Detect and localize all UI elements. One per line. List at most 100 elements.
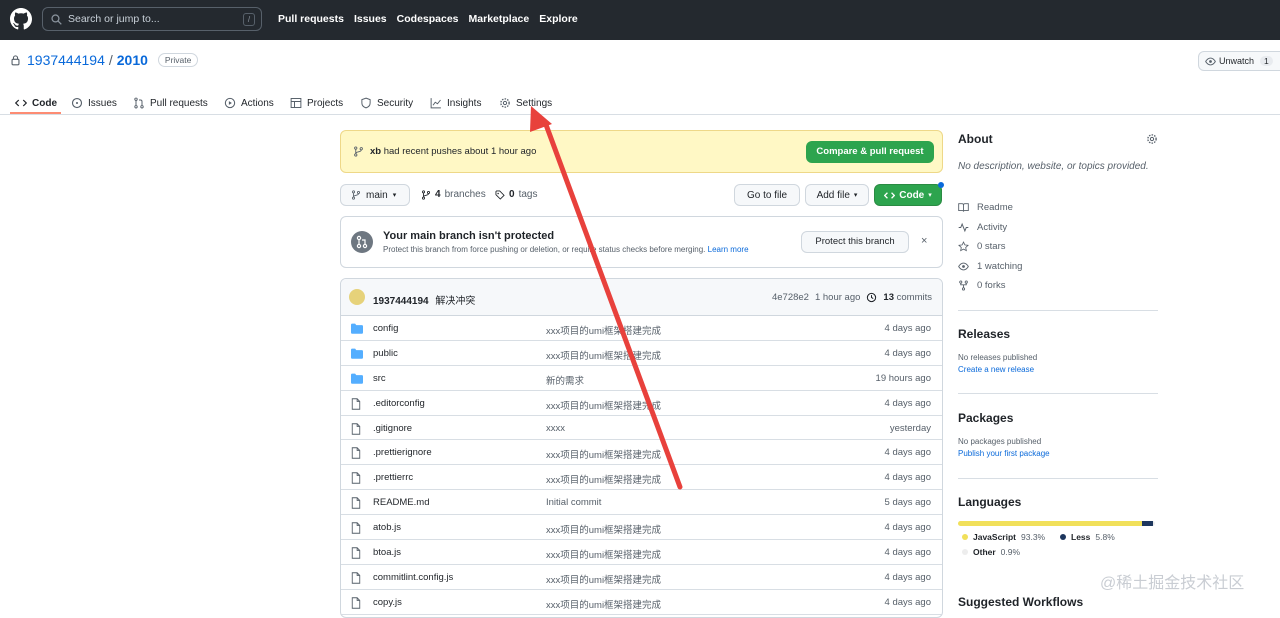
file-commit-message[interactable]: xxx项目的umi框架搭建完成 xyxy=(546,597,661,611)
protect-branch-button[interactable]: Protect this branch xyxy=(801,231,909,253)
nav-marketplace[interactable]: Marketplace xyxy=(469,13,530,25)
file-name-link[interactable]: public xyxy=(373,348,398,359)
table-row[interactable]: src 新的需求 19 hours ago xyxy=(341,366,942,391)
activity-link[interactable]: Activity xyxy=(958,222,1007,233)
table-row[interactable]: public xxx项目的umi框架搭建完成 4 days ago xyxy=(341,341,942,366)
forks-link[interactable]: 0 forks xyxy=(958,280,1006,291)
learn-more-link[interactable]: Learn more xyxy=(708,245,749,254)
tags-link[interactable]: 0 tags xyxy=(495,189,537,200)
issue-icon xyxy=(71,97,83,109)
nav-codespaces[interactable]: Codespaces xyxy=(397,13,459,25)
file-name-link[interactable]: .gitignore xyxy=(373,423,412,434)
file-commit-message[interactable]: 新的需求 xyxy=(546,373,584,387)
add-file-label: Add file xyxy=(816,189,850,201)
watching-link[interactable]: 1 watching xyxy=(958,261,1022,272)
tab-issues[interactable]: Issues xyxy=(71,91,117,115)
file-commit-message[interactable]: xxx项目的umi框架搭建完成 xyxy=(546,447,661,461)
language-item[interactable]: Less 5.8% xyxy=(1060,532,1115,542)
file-name-link[interactable]: src xyxy=(373,373,386,384)
add-file-button[interactable]: Add file ▾ xyxy=(805,184,869,206)
tag-icon xyxy=(495,190,505,200)
file-commit-message[interactable]: xxx项目的umi框架搭建完成 xyxy=(546,472,661,486)
table-row[interactable]: README.md Initial commit 5 days ago xyxy=(341,490,942,516)
watch-count: 1 xyxy=(1260,56,1273,66)
language-item[interactable]: Other 0.9% xyxy=(962,547,1020,557)
file-name-link[interactable]: btoa.js xyxy=(373,547,401,558)
table-row[interactable]: .gitignore xxxx yesterday xyxy=(341,416,942,441)
releases-title[interactable]: Releases xyxy=(958,327,1010,341)
code-button-label: Code xyxy=(899,189,925,201)
forks-label: 0 forks xyxy=(977,280,1006,291)
file-name-link[interactable]: copy.js xyxy=(373,597,402,608)
branch-selector[interactable]: main ▾ xyxy=(340,184,410,206)
language-item[interactable]: JavaScript 93.3% xyxy=(962,532,1045,542)
tab-settings[interactable]: Settings xyxy=(499,91,552,115)
table-row[interactable]: config xxx项目的umi框架搭建完成 4 days ago xyxy=(341,316,942,341)
avatar[interactable] xyxy=(349,289,365,305)
repo-title: 1937444194 / 2010 Private xyxy=(10,52,199,68)
file-commit-message[interactable]: xxx项目的umi框架搭建完成 xyxy=(546,572,661,586)
table-row[interactable]: atob.js xxx项目的umi框架搭建完成 4 days ago xyxy=(341,515,942,541)
tab-code-label: Code xyxy=(32,97,57,109)
branches-link[interactable]: 4 branches xyxy=(421,189,486,200)
file-name-link[interactable]: config xyxy=(373,323,398,334)
repo-name-link[interactable]: 2010 xyxy=(117,52,148,68)
table-row[interactable]: .editorconfig xxx项目的umi框架搭建完成 4 days ago xyxy=(341,391,942,416)
compare-pull-request-button[interactable]: Compare & pull request xyxy=(806,141,934,163)
graph-icon xyxy=(430,98,441,109)
go-to-file-button[interactable]: Go to file xyxy=(734,184,800,206)
unwatch-button[interactable]: Unwatch 1 xyxy=(1198,51,1280,71)
file-commit-message[interactable]: xxx项目的umi框架搭建完成 xyxy=(546,398,661,412)
table-row[interactable]: .prettierignore xxx项目的umi框架搭建完成 4 days ago xyxy=(341,440,942,466)
tab-projects[interactable]: Projects xyxy=(290,91,343,115)
file-commit-message[interactable]: xxx项目的umi框架搭建完成 xyxy=(546,522,661,536)
search-input[interactable]: Search or jump to... / xyxy=(42,7,262,31)
tab-actions[interactable]: Actions xyxy=(224,91,274,115)
file-commit-message[interactable]: xxx项目的umi框架搭建完成 xyxy=(546,547,661,561)
commits-link[interactable]: 13 commits xyxy=(883,292,932,303)
javascript-color-dot xyxy=(962,534,968,540)
close-icon[interactable]: × xyxy=(921,235,927,247)
stars-link[interactable]: 0 stars xyxy=(958,241,1006,252)
gear-icon[interactable] xyxy=(1146,133,1158,145)
code-dropdown-button[interactable]: Code ▾ xyxy=(874,184,942,206)
table-row[interactable]: copy.js xxx项目的umi框架搭建完成 4 days ago xyxy=(341,590,942,615)
commit-message[interactable]: 解决冲突 xyxy=(435,296,475,307)
tab-pull-requests[interactable]: Pull requests xyxy=(133,91,208,115)
table-row[interactable]: commitlint.config.js xxx项目的umi框架搭建完成 4 day… xyxy=(341,565,942,590)
tab-security[interactable]: Security xyxy=(360,91,413,115)
language-bar-segment xyxy=(1153,521,1155,526)
file-name-link[interactable]: .prettierrc xyxy=(373,472,413,483)
nav-explore[interactable]: Explore xyxy=(539,13,578,25)
tab-insights[interactable]: Insights xyxy=(430,91,481,115)
file-name-link[interactable]: commitlint.config.js xyxy=(373,572,453,583)
activity-label: Activity xyxy=(977,222,1008,233)
github-logo-icon[interactable] xyxy=(10,8,32,30)
file-commit-message[interactable]: xxx项目的umi框架搭建完成 xyxy=(546,323,661,337)
packages-title[interactable]: Packages xyxy=(958,411,1013,425)
file-name-link[interactable]: .prettierignore xyxy=(373,447,432,458)
commit-sha[interactable]: 4e728e2 xyxy=(772,292,809,303)
file-icon xyxy=(351,522,361,534)
file-name-link[interactable]: README.md xyxy=(373,497,429,508)
readme-label: Readme xyxy=(977,202,1013,213)
readme-link[interactable]: Readme xyxy=(958,202,1013,213)
repo-owner-link[interactable]: 1937444194 xyxy=(27,52,105,68)
commit-author[interactable]: 1937444194 xyxy=(373,296,429,307)
create-release-link[interactable]: Create a new release xyxy=(958,365,1034,374)
file-age: 4 days ago xyxy=(884,547,931,559)
file-commit-message[interactable]: xxx项目的umi框架搭建完成 xyxy=(546,348,661,362)
file-commit-message[interactable]: Initial commit xyxy=(546,497,601,508)
nav-pull-requests[interactable]: Pull requests xyxy=(278,13,344,25)
table-row[interactable]: btoa.js xxx项目的umi框架搭建完成 4 days ago xyxy=(341,540,942,565)
nav-issues[interactable]: Issues xyxy=(354,13,387,25)
other-color-dot xyxy=(962,549,968,555)
file-name-link[interactable]: .editorconfig xyxy=(373,398,425,409)
file-commit-message[interactable]: xxxx xyxy=(546,423,565,434)
table-row[interactable]: .prettierrc xxx项目的umi框架搭建完成 4 days ago xyxy=(341,465,942,491)
publish-package-link[interactable]: Publish your first package xyxy=(958,449,1050,458)
file-name-link[interactable]: atob.js xyxy=(373,522,401,533)
push-user[interactable]: xb xyxy=(370,146,381,157)
file-age: 4 days ago xyxy=(884,571,931,583)
language-name: Other xyxy=(973,547,996,557)
